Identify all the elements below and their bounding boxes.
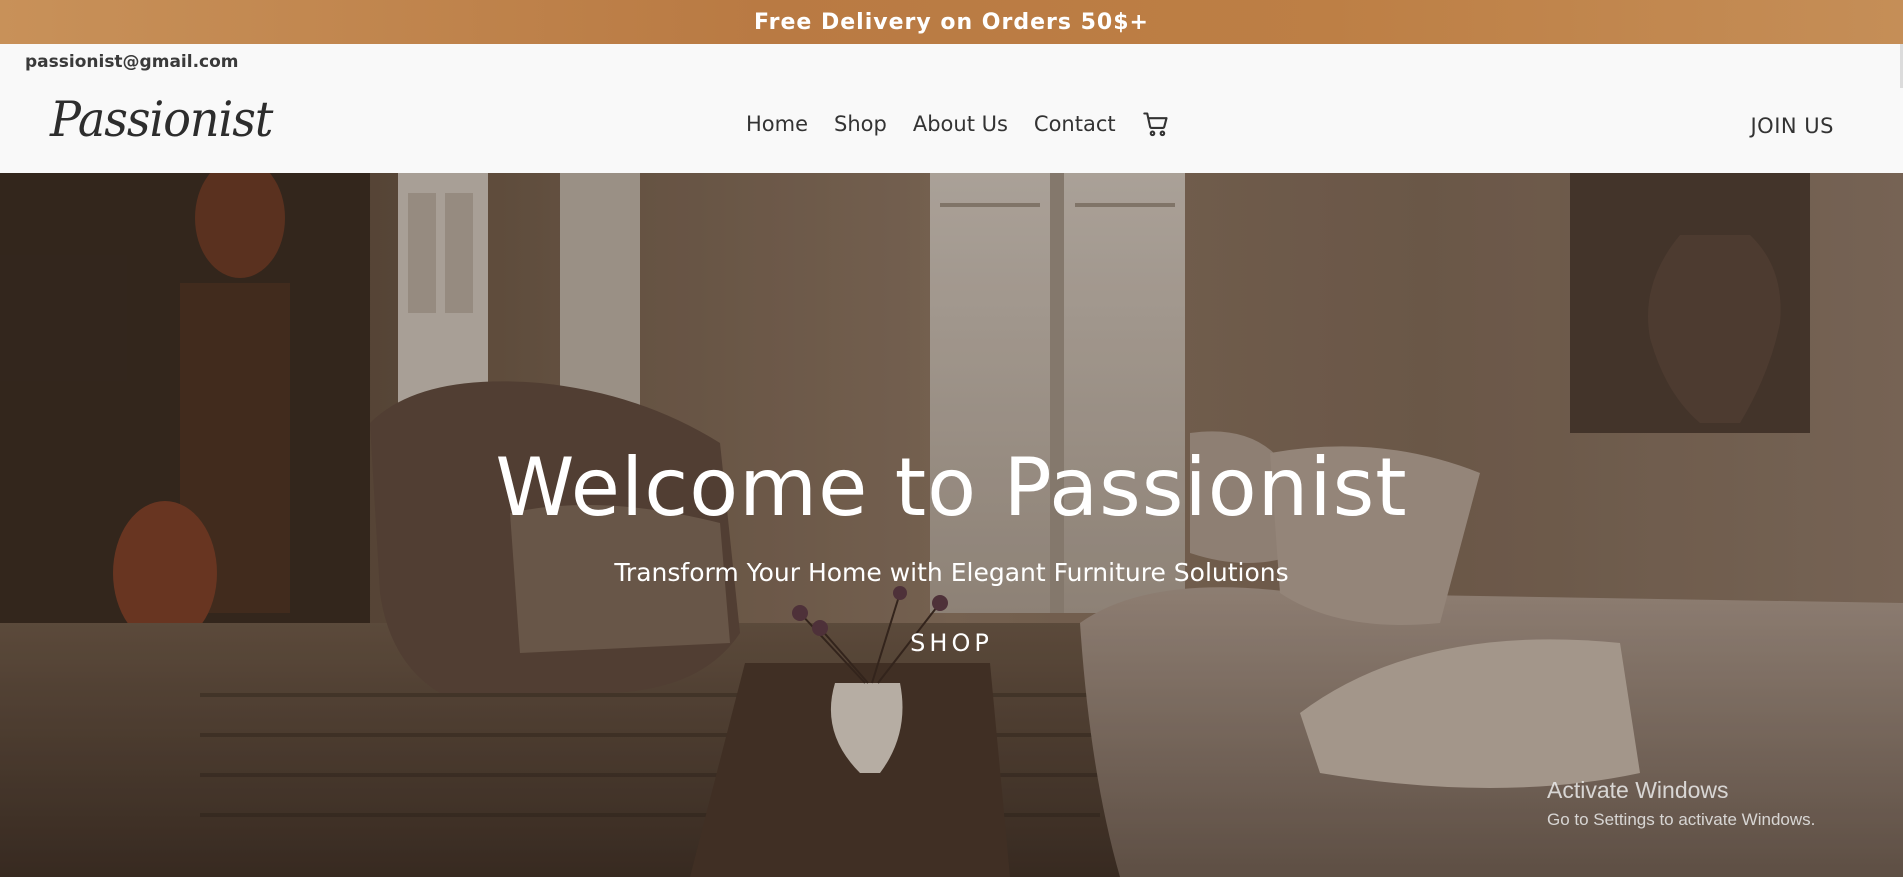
site-header: passionist@gmail.com Passionist Home Sho… bbox=[0, 44, 1903, 173]
activate-windows-watermark: Activate Windows Go to Settings to activ… bbox=[1547, 777, 1815, 830]
hero-shop-button[interactable]: SHOP bbox=[910, 629, 993, 657]
main-nav: Home Shop About Us Contact bbox=[746, 110, 1170, 138]
brand-logo[interactable]: Passionist bbox=[50, 91, 273, 148]
hero-subtitle: Transform Your Home with Elegant Furnitu… bbox=[614, 558, 1289, 587]
nav-home[interactable]: Home bbox=[746, 112, 808, 136]
promo-text: Free Delivery on Orders 50$+ bbox=[754, 9, 1149, 35]
hero-shop-button-wrap: SHOP bbox=[0, 629, 1903, 657]
hero-title: Welcome to Passionist bbox=[495, 441, 1408, 534]
contact-email[interactable]: passionist@gmail.com bbox=[25, 52, 239, 72]
activate-windows-title: Activate Windows bbox=[1547, 777, 1729, 803]
promo-banner: Free Delivery on Orders 50$+ bbox=[0, 0, 1903, 44]
nav-about-us[interactable]: About Us bbox=[913, 112, 1008, 136]
cart-icon[interactable] bbox=[1142, 110, 1170, 138]
activate-windows-subtitle: Go to Settings to activate Windows. bbox=[1547, 810, 1816, 829]
nav-contact[interactable]: Contact bbox=[1034, 112, 1116, 136]
hero-section: Welcome to Passionist Transform Your Hom… bbox=[0, 173, 1903, 877]
nav-shop[interactable]: Shop bbox=[834, 112, 887, 136]
join-us-link[interactable]: JOIN US bbox=[1750, 114, 1834, 138]
